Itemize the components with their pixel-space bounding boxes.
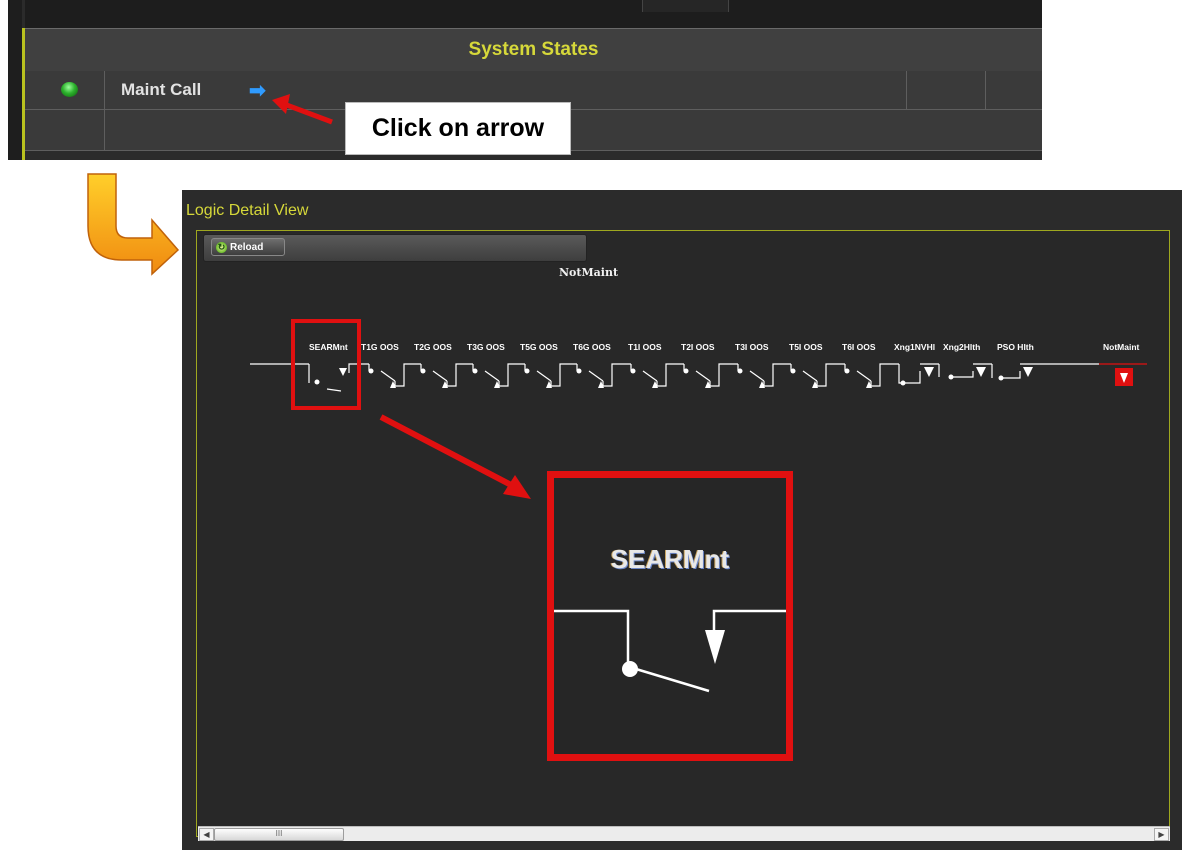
logic-detail-window: Logic Detail View ↻ Reload NotMaint SEAR… — [182, 190, 1182, 850]
cell-divider — [104, 110, 105, 150]
cell-divider — [104, 71, 105, 109]
scroll-left-icon[interactable]: ◀ — [199, 828, 214, 841]
highlight-box — [291, 319, 361, 410]
cell-divider — [985, 71, 986, 109]
zoom-box: SEARMnt — [547, 471, 793, 761]
curved-arrow-icon — [87, 173, 180, 276]
top-strip — [25, 0, 1042, 28]
status-led-icon — [61, 82, 78, 97]
scroll-right-icon[interactable]: ▶ — [1154, 828, 1169, 841]
scroll-thumb[interactable]: III — [214, 828, 344, 841]
cell-divider — [906, 71, 907, 109]
callout-text: Click on arrow — [371, 114, 545, 142]
top-strip-cell — [642, 0, 729, 12]
logic-view-title: Logic Detail View — [186, 202, 309, 219]
states-header: System States — [25, 28, 1042, 72]
right-arrow-icon[interactable]: ➡ — [249, 78, 266, 103]
horizontal-scrollbar[interactable]: ◀ III ▶ — [198, 826, 1170, 841]
logic-frame: ↻ Reload NotMaint SEARMnt T1G OOS T2G OO… — [196, 230, 1170, 837]
annotation-red-arrow — [272, 94, 333, 125]
states-title: System States — [468, 39, 599, 60]
callout-box: Click on arrow — [345, 102, 571, 155]
maint-call-label: Maint Call — [121, 80, 202, 99]
left-edge-bar — [8, 0, 22, 160]
zoom-contact — [554, 609, 786, 693]
